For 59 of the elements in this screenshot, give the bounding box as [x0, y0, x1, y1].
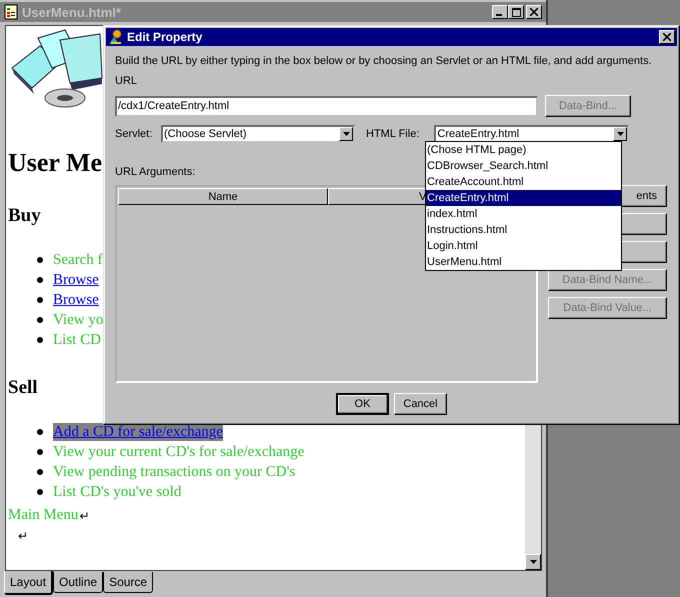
url-label: URL: [115, 74, 138, 88]
menu-text: View pending transactions on your CD's: [53, 463, 296, 481]
bullet-icon: [37, 429, 43, 435]
servlet-dropdown[interactable]: (Choose Servlet): [161, 125, 355, 143]
dropdown-option[interactable]: UserMenu.html: [426, 254, 621, 270]
servlet-label: Servlet:: [115, 128, 154, 140]
main-menu-text: Main Menu: [8, 507, 78, 524]
return-mark: ↵: [18, 528, 28, 544]
bullet-icon: [37, 297, 43, 303]
dialog-title: Edit Property: [127, 30, 204, 44]
instructions-text: Build the URL by either typing in the box below or by choosing an Servlet or an HTML file, and add arguments.: [115, 54, 653, 68]
dropdown-option[interactable]: (Chose HTML page): [426, 142, 621, 158]
dropdown-option[interactable]: CreateAccount.html: [426, 174, 621, 190]
minimize-button[interactable]: [492, 5, 508, 19]
close-icon: [530, 8, 538, 16]
caret-icon: [342, 132, 350, 136]
view-tab[interactable]: Outline: [53, 572, 104, 593]
scroll-down-button[interactable]: [525, 554, 541, 570]
url-arguments-label: URL Arguments:: [115, 165, 196, 179]
dropdown-option[interactable]: index.html: [426, 206, 621, 222]
menu-text: Search f: [53, 251, 103, 269]
section-heading: Sell: [8, 377, 38, 399]
caret-icon: [616, 132, 624, 136]
maximize-icon: [512, 8, 520, 16]
menu-text: List CD: [53, 331, 101, 349]
html-file-label: HTML File:: [366, 128, 420, 140]
dropdown-option[interactable]: Login.html: [426, 238, 621, 254]
bullet-icon: [37, 277, 43, 283]
close-icon: [663, 33, 671, 41]
maximize-button[interactable]: [508, 5, 524, 19]
ok-button[interactable]: OK: [336, 393, 389, 415]
dropdown-option[interactable]: CDBrowser_Search.html: [426, 158, 621, 174]
section-heading: Buy: [8, 205, 41, 227]
caret-icon: [530, 560, 536, 564]
bullet-icon: [37, 469, 43, 475]
menu-link[interactable]: Browse: [53, 291, 99, 309]
menu-text: View your current CD's for sale/exchange: [53, 443, 304, 461]
menu-text: List CD's you've sold: [53, 483, 182, 501]
cancel-button[interactable]: Cancel: [394, 393, 447, 415]
bullet-icon: [37, 337, 43, 343]
menu-link[interactable]: Browse: [53, 271, 99, 289]
url-field[interactable]: /cdx1/CreateEntry.html: [115, 96, 538, 116]
bullet-icon: [37, 449, 43, 455]
dropdown-option[interactable]: Instructions.html: [426, 222, 621, 238]
dropdown-option[interactable]: CreateEntry.html: [426, 190, 621, 206]
bullet-icon: [37, 489, 43, 495]
window-title: UserMenu.html*: [22, 4, 122, 20]
return-mark: ↵: [79, 509, 90, 524]
document-icon: [4, 4, 18, 20]
menu-text: View yo: [53, 311, 104, 329]
bullet-icon: [37, 257, 43, 263]
bullet-icon: [37, 317, 43, 323]
column-header[interactable]: Name: [118, 188, 328, 205]
close-button[interactable]: [659, 30, 675, 44]
lamp-icon: [108, 29, 124, 45]
view-tab[interactable]: Source: [103, 572, 154, 593]
view-tab[interactable]: Layout: [4, 571, 54, 595]
page-heading: User Me: [8, 148, 102, 178]
close-button[interactable]: [526, 5, 542, 19]
